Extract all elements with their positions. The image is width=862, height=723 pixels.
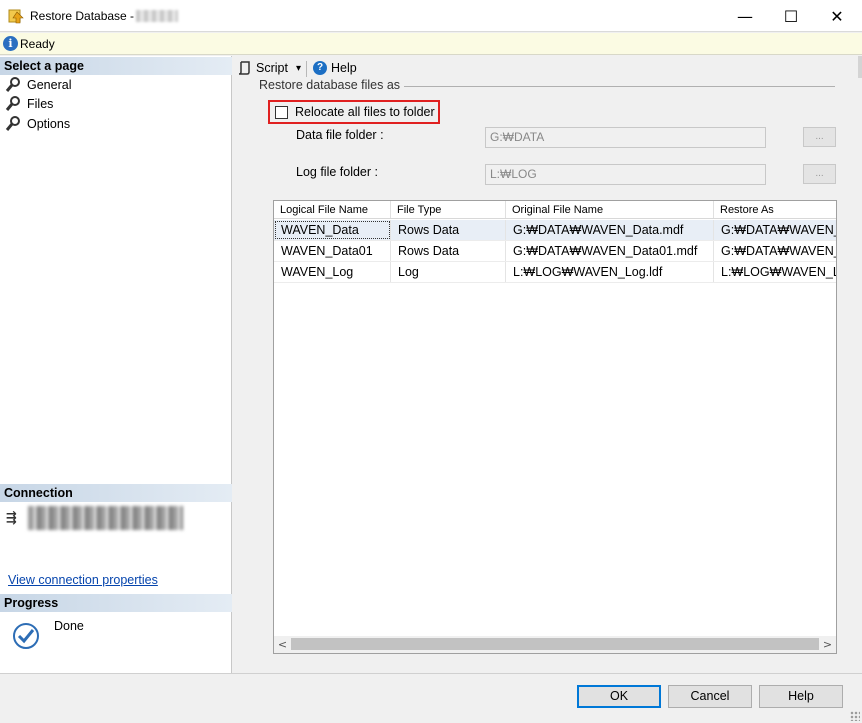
close-button[interactable]: ✕ — [814, 0, 860, 32]
script-label: Script — [256, 61, 288, 75]
table-cell[interactable]: WAVEN_Data01 — [274, 241, 391, 261]
scroll-left-icon[interactable]: < — [274, 636, 291, 653]
group-divider — [403, 86, 835, 87]
column-header[interactable]: Original File Name — [506, 201, 714, 218]
cancel-button[interactable]: Cancel — [668, 685, 752, 708]
page-item-options[interactable]: Options — [5, 114, 70, 134]
log-folder-label: Log file folder : — [296, 165, 378, 179]
table-cell[interactable]: G:₩DATA₩WAVEN_ — [714, 220, 836, 240]
scrollbar-thumb[interactable] — [291, 638, 819, 650]
files-page: Script ▾ ? Help Restore database files a… — [233, 56, 862, 673]
wrench-icon — [5, 116, 20, 131]
maximize-button[interactable]: ☐ — [768, 0, 814, 32]
table-cell[interactable]: Rows Data — [391, 241, 506, 261]
progress-header: Progress — [0, 594, 232, 612]
wrench-icon — [5, 77, 20, 92]
resize-grip[interactable] — [850, 711, 860, 721]
table-cell[interactable]: L:₩LOG₩WAVEN_Log.ldf — [506, 262, 714, 282]
table-cell[interactable]: G:₩DATA₩WAVEN_ — [714, 241, 836, 261]
relocate-checkbox[interactable] — [275, 105, 288, 119]
horizontal-scrollbar[interactable]: < > — [274, 636, 836, 653]
chevron-down-icon[interactable]: ▾ — [296, 63, 301, 74]
data-folder-field[interactable]: G:₩DATA — [485, 127, 766, 148]
redacted-connection-info — [28, 506, 183, 530]
server-connection-icon: ⇶ — [6, 511, 17, 526]
column-header[interactable]: Restore As — [714, 201, 836, 218]
title-bar: Restore Database - — ☐ ✕ — [0, 0, 862, 32]
info-icon: i — [3, 36, 18, 51]
window-title: Restore Database - — [30, 9, 135, 23]
wrench-icon — [5, 96, 20, 111]
redacted-database-name — [136, 10, 178, 22]
checkmark-done-icon — [12, 622, 40, 650]
table-cell[interactable]: G:₩DATA₩WAVEN_Data01.mdf — [506, 241, 714, 261]
dialog-button-bar: OK Cancel Help — [0, 673, 862, 723]
log-folder-browse-button[interactable]: ... — [803, 164, 836, 184]
table-row[interactable]: WAVEN_Data01 Rows Data G:₩DATA₩WAVEN_Dat… — [274, 241, 836, 262]
script-icon — [238, 61, 250, 75]
view-connection-properties-link[interactable]: View connection properties — [8, 573, 158, 587]
database-restore-icon — [8, 9, 24, 24]
database-files-grid: Logical File Name File Type Original Fil… — [273, 200, 837, 654]
help-icon: ? — [313, 61, 327, 75]
minimize-button[interactable]: — — [722, 0, 768, 32]
progress-status: Done — [54, 619, 84, 633]
table-cell[interactable]: WAVEN_Log — [274, 262, 391, 282]
table-cell[interactable]: WAVEN_Data — [274, 220, 391, 240]
page-item-label: General — [27, 78, 72, 92]
table-cell[interactable]: Rows Data — [391, 220, 506, 240]
column-header[interactable]: Logical File Name — [274, 201, 391, 218]
table-cell[interactable]: G:₩DATA₩WAVEN_Data.mdf — [506, 220, 714, 240]
grid-header: Logical File Name File Type Original Fil… — [274, 201, 836, 219]
help-button[interactable]: Help — [759, 685, 843, 708]
ok-button[interactable]: OK — [577, 685, 661, 708]
page-item-label: Files — [27, 97, 54, 111]
data-folder-label: Data file folder : — [296, 128, 384, 142]
scroll-right-icon[interactable]: > — [819, 636, 836, 653]
left-panel: Select a page General Files Options Conn… — [0, 56, 232, 673]
status-bar: i Ready — [0, 33, 862, 55]
table-row[interactable]: WAVEN_Log Log L:₩LOG₩WAVEN_Log.ldf L:₩LO… — [274, 262, 836, 283]
log-folder-field[interactable]: L:₩LOG — [485, 164, 766, 185]
connection-header: Connection — [0, 484, 232, 502]
restore-files-group-label: Restore database files as — [259, 78, 405, 92]
table-cell[interactable]: Log — [391, 262, 506, 282]
help-toolbar-button[interactable]: ? Help — [313, 61, 357, 75]
script-button[interactable]: Script ▾ — [238, 61, 301, 75]
table-row[interactable]: WAVEN_Data Rows Data G:₩DATA₩WAVEN_Data.… — [274, 220, 836, 241]
column-header[interactable]: File Type — [391, 201, 506, 218]
relocate-label: Relocate all files to folder — [295, 105, 435, 119]
page-item-label: Options — [27, 117, 71, 131]
data-folder-browse-button[interactable]: ... — [803, 127, 836, 147]
status-text: Ready — [20, 37, 55, 51]
select-page-header: Select a page — [0, 57, 232, 75]
toolbar-separator — [306, 61, 307, 77]
help-label: Help — [331, 61, 357, 75]
page-item-files[interactable]: Files — [5, 94, 53, 114]
table-cell[interactable]: L:₩LOG₩WAVEN_L — [714, 262, 836, 282]
vertical-scrollbar[interactable] — [858, 56, 862, 78]
relocate-all-files-option[interactable]: Relocate all files to folder — [268, 100, 440, 124]
page-item-general[interactable]: General — [5, 75, 71, 95]
